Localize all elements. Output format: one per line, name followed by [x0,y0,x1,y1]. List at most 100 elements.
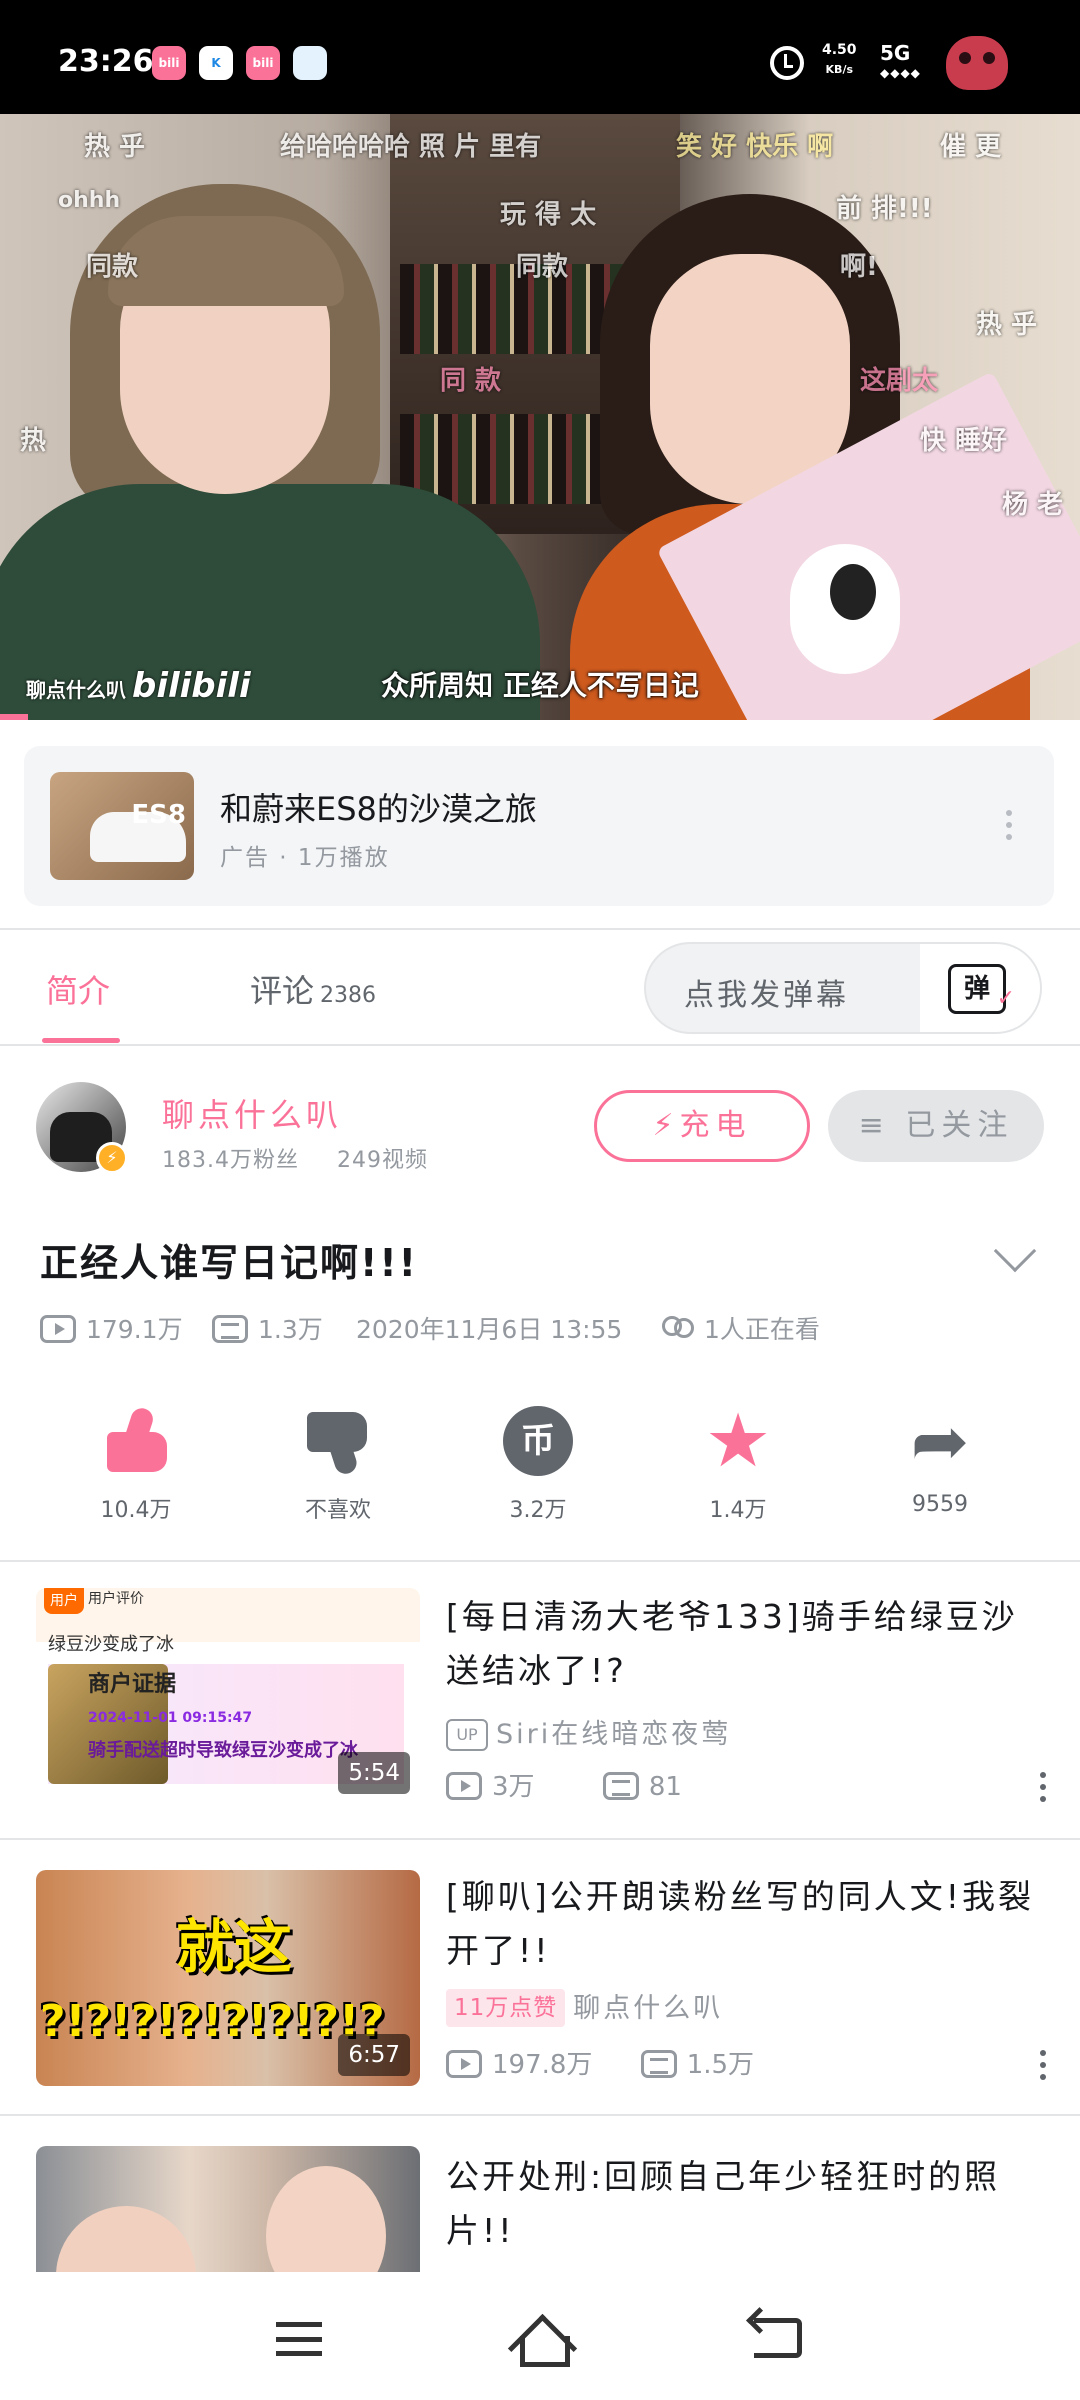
ad-thumbnail: ES8 [50,772,194,880]
video-progress-bar[interactable] [0,714,28,720]
network-type: 5G [880,41,911,65]
recent-apps-icon[interactable] [276,2322,322,2356]
charge-label: 充电 [679,1108,752,1143]
k-app-icon: K [199,46,233,80]
favorite-button[interactable]: ★ 1.4万 [678,1398,798,1524]
danmaku-text: 给哈哈哈哈 照 片 里有 [280,132,542,162]
bilibili-app-icon-2: bili [246,46,280,80]
video-duration: 6:57 [338,2034,410,2076]
more-icon[interactable] [1006,810,1014,844]
uploader-stats: 183.4万粉丝 249视频 [162,1142,428,1174]
danmaku-text: 玩 得 太 [500,200,597,230]
coin-count: 3.2万 [509,1498,567,1523]
video-subtitle: 众所周知 正经人不写日记 [381,669,699,702]
menu-icon: ≡ [858,1108,890,1143]
ad-thumb-label: ES8 [131,800,186,830]
thumb-text: 2024-11-01 09:15:47 [88,1710,253,1726]
alarm-icon [770,46,804,80]
thumb-text: 商户证据 [88,1672,177,1697]
danmaku-text: 同款 [516,252,569,282]
share-count: 9559 [912,1492,968,1517]
thumb-text: ?!?!?!?!?!?!?!? [40,1996,385,2047]
follow-button[interactable]: ≡ 已关注 [828,1090,1044,1162]
danmaku-count-icon [212,1315,248,1343]
mascot-icon [946,36,1008,90]
tab-comments-label: 评论 [250,972,315,1010]
thumb-text: 用户评价 [88,1591,144,1607]
dislike-button[interactable]: 不喜欢 [278,1406,398,1524]
related-stats: 3万 81 [446,1766,682,1803]
thumb-logo: 用户 [44,1588,84,1614]
ad-title: 和蔚来ES8的沙漠之旅 [220,790,537,828]
related-danmaku: 81 [648,1772,682,1802]
like-button[interactable]: 10.4万 [76,1406,196,1524]
net-speed: 4.50 KB/s [822,40,857,80]
related-title: [聊叭]公开朗读粉丝写的同人文!我裂开了!! [446,1877,1034,1970]
people-icon [660,1314,694,1344]
danmaku-count-value: 1.3万 [258,1315,323,1344]
coin-icon: 币 [503,1406,573,1476]
hot-tag: 11万点赞 [446,1989,566,2027]
tab-comments[interactable]: 评论 2386 [250,966,376,1012]
video-count: 249视频 [336,1148,428,1173]
net-speed-value: 4.50 [822,42,857,58]
related-thumbnail: 用户 用户评价 绿豆沙变成了冰 商户证据 2024-11-01 09:15:47… [36,1588,420,1804]
related-video-item[interactable]: 用户 用户评价 绿豆沙变成了冰 商户证据 2024-11-01 09:15:47… [0,1562,1080,1832]
play-icon [446,2050,482,2078]
danmaku-text: 笑 好 快乐 啊 [676,132,834,162]
star-icon: ★ [704,1398,772,1484]
video-title: 正经人谁写日记啊!!! [40,1241,418,1285]
signal-icon: ◆◆◆◆ [880,66,921,80]
net-speed-unit: KB/s [825,63,854,76]
coin-button[interactable]: 币 3.2万 [478,1406,598,1524]
dislike-label: 不喜欢 [304,1498,371,1523]
home-icon[interactable] [510,2314,570,2367]
ad-card[interactable]: ES8 和蔚来ES8的沙漠之旅 广告 · 1万播放 [24,746,1054,906]
video-duration: 5:54 [338,1752,410,1794]
danmaku-text: 热 乎 [84,132,146,162]
share-button[interactable]: ➦ 9559 [880,1406,1000,1517]
ad-subtitle: 广告 · 1万播放 [220,845,390,871]
lightning-icon: ⚡ [652,1108,680,1143]
related-plays: 197.8万 [492,2050,593,2080]
panda-illustration [790,544,900,674]
danmaku-toggle-button[interactable]: 弹 [920,944,1040,1032]
danmaku-text: 热 [20,426,47,456]
danmaku-text: 杨 老 [1002,490,1064,520]
play-count: 179.1万 [40,1310,183,1346]
video-player[interactable]: 热 乎 给哈哈哈哈 照 片 里有 笑 好 快乐 啊 催 更 ohhh 玩 得 太… [0,114,1080,720]
play-count-value: 179.1万 [86,1315,183,1344]
play-icon [40,1315,76,1343]
related-uploader: UP Siri在线暗恋夜莺 [446,1712,731,1751]
danmaku-count: 1.3万 [212,1310,323,1346]
danmaku-placeholder: 点我发弹幕 [684,978,849,1013]
related-video-item[interactable]: 公开处刑:回顾自己年少轻狂时的照片!! [0,2116,1080,2272]
lightning-badge-icon: ⚡ [96,1142,128,1174]
publish-time: 2020年11月6日 13:55 [356,1315,623,1344]
back-icon[interactable] [754,2318,802,2358]
watching-count: 1人正在看 [660,1310,820,1346]
fan-count: 183.4万粉丝 [162,1148,299,1173]
more-icon[interactable] [1040,1772,1046,1806]
favorite-count: 1.4万 [709,1498,767,1523]
related-stats: 197.8万 1.5万 [446,2044,754,2081]
thumb-text: 绿豆沙变成了冰 [48,1634,174,1655]
related-thumbnail [36,2146,420,2272]
bilibili-app-icon: bili [152,46,186,80]
related-danmaku: 1.5万 [686,2050,755,2080]
danmaku-text: 催 更 [940,132,1002,162]
danmaku-text: ohhh [58,188,121,213]
danmaku-text: 快 睡好 [920,426,1008,456]
blue-app-icon [293,46,327,80]
danmaku-text: 同 款 [440,366,502,396]
danmaku-icon: 弹 [948,964,1015,1021]
tab-intro[interactable]: 简介 [46,966,110,1012]
related-video-item[interactable]: 就这 ?!?!?!?!?!?!?!? 6:57 [聊叭]公开朗读粉丝写的同人文!… [0,1840,1080,2110]
charge-button[interactable]: ⚡充电 [594,1090,810,1162]
related-uploader-name: 聊点什么叭 [573,1993,724,2024]
uploader-name[interactable]: 聊点什么叭 [162,1090,342,1136]
chevron-down-icon[interactable] [993,1229,1037,1273]
danmaku-input[interactable]: 点我发弹幕 弹 [644,942,1042,1034]
more-icon[interactable] [1040,2050,1046,2084]
tab-intro-label: 简介 [46,972,111,1010]
